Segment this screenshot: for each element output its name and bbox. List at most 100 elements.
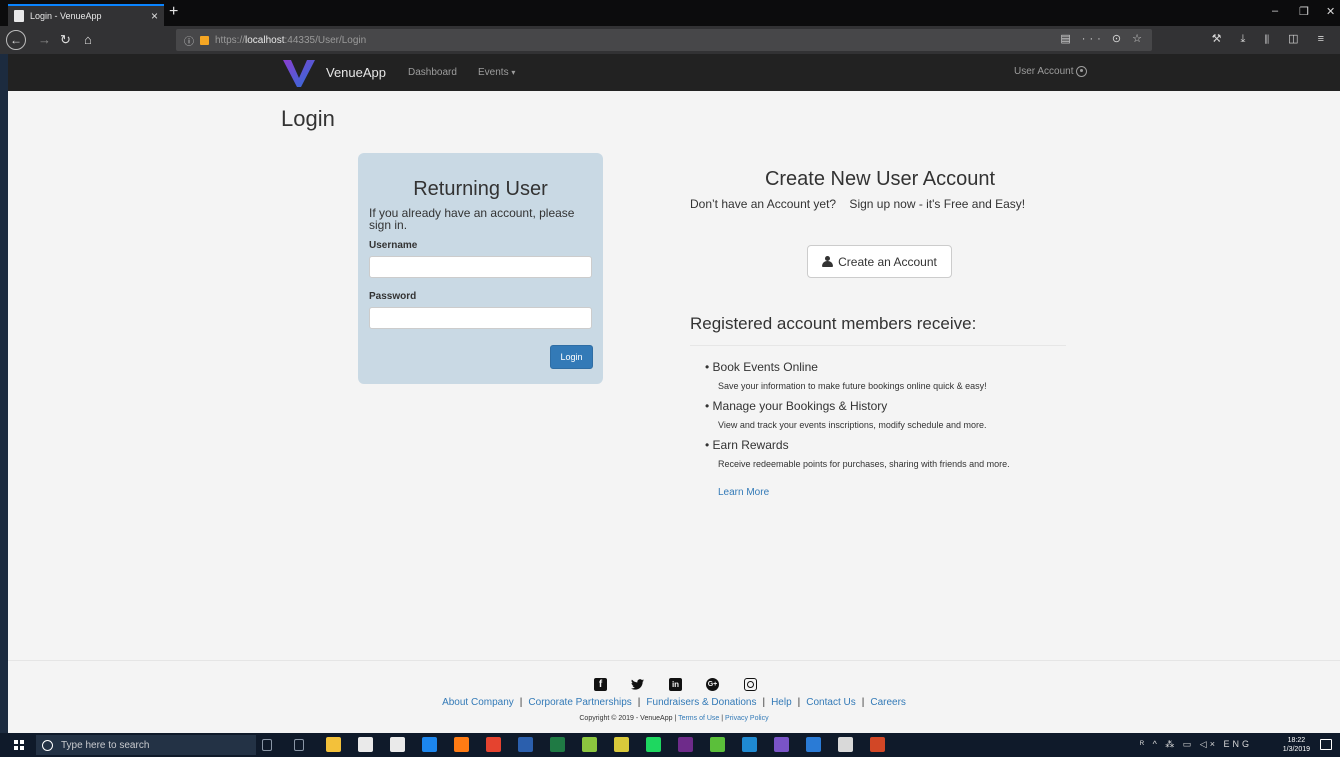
separator: | xyxy=(637,697,641,708)
file-explorer-icon[interactable] xyxy=(326,737,341,752)
user-circle-icon xyxy=(1076,66,1088,77)
windows-taskbar: Type here to search ᴿ ^ ⁂ ▭ ◁× ENG 18:22… xyxy=(0,733,1340,757)
github-desktop-icon[interactable] xyxy=(838,737,853,752)
password-input[interactable] xyxy=(369,307,592,329)
footer-link-contact[interactable]: Contact Us xyxy=(806,697,855,708)
visual-studio-icon[interactable] xyxy=(774,737,789,752)
firefox-icon[interactable] xyxy=(454,737,469,752)
login-panel: Returning User If you already have an ac… xyxy=(358,153,603,384)
terms-link[interactable]: Terms of Use xyxy=(678,715,719,722)
word-icon[interactable] xyxy=(518,737,533,752)
browser-tab-active[interactable]: Login - VenueApp × xyxy=(8,4,164,26)
excel-icon[interactable] xyxy=(550,737,565,752)
task-view-icon[interactable] xyxy=(294,739,304,751)
footer-link-fundraisers[interactable]: Fundraisers & Donations xyxy=(646,697,756,708)
notepadpp-icon[interactable] xyxy=(582,737,597,752)
app-green-icon[interactable] xyxy=(710,737,725,752)
notification-icon[interactable] xyxy=(1320,739,1332,750)
new-tab-icon[interactable]: + xyxy=(169,3,178,21)
copyright-text: Copyright © 2019 - VenueApp | xyxy=(579,715,677,722)
nav-dashboard[interactable]: Dashboard xyxy=(408,67,457,78)
window-minimize-icon[interactable]: – xyxy=(1272,5,1278,17)
clock-time: 18:22 xyxy=(1287,737,1306,744)
instagram-icon[interactable] xyxy=(744,678,757,691)
window-close-icon[interactable]: ✕ xyxy=(1326,5,1335,18)
taskbar-search[interactable]: Type here to search xyxy=(36,735,256,755)
benefit-title: • Manage your Bookings & History xyxy=(705,399,888,413)
cortana-icon xyxy=(42,739,53,751)
learn-more-link[interactable]: Learn More xyxy=(718,487,769,498)
separator: | xyxy=(762,697,766,708)
benefit-desc: Receive redeemable points for purchases,… xyxy=(718,459,1010,469)
window-restore-icon[interactable]: ❐ xyxy=(1299,5,1309,18)
mic-icon[interactable] xyxy=(262,739,272,751)
benefit-desc: View and track your events inscriptions,… xyxy=(718,420,987,430)
username-input[interactable] xyxy=(369,256,592,278)
browser-tab-bar: Login - VenueApp × + – ❐ ✕ xyxy=(0,0,1340,26)
sourcetree-icon[interactable] xyxy=(806,737,821,752)
separator: | xyxy=(797,697,801,708)
footer-link-careers[interactable]: Careers xyxy=(870,697,906,708)
slack-icon[interactable] xyxy=(678,737,693,752)
powerpoint-icon[interactable] xyxy=(870,737,885,752)
footer-link-partnerships[interactable]: Corporate Partnerships xyxy=(528,697,631,708)
browser-toolbar: ← → ↻ ⌂ ⓘ https://localhost:44335/User/L… xyxy=(0,26,1340,54)
footer-links: About Company | Corporate Partnerships | Fun… xyxy=(8,697,1340,708)
privacy-link[interactable]: Privacy Policy xyxy=(725,715,769,722)
login-intro: If you already have an account, please s… xyxy=(369,206,575,232)
url-bar[interactable]: ⓘ https://localhost:44335/User/Login ▤ ·… xyxy=(176,29,1152,51)
clock-date: 1/3/2019 xyxy=(1282,746,1310,753)
page-actions-icons[interactable]: ▤ ··· ⊙ ☆ xyxy=(1060,32,1146,45)
site-info-icon[interactable]: ⓘ xyxy=(184,33,194,48)
benefit-desc: Save your information to make future boo… xyxy=(718,381,987,391)
tab-title: Login - VenueApp xyxy=(30,11,102,21)
linkedin-icon[interactable]: in xyxy=(669,678,682,691)
brand-name[interactable]: VenueApp xyxy=(326,65,386,80)
separator: | xyxy=(519,697,523,708)
gitkraken-icon[interactable] xyxy=(614,737,629,752)
back-icon[interactable]: ← xyxy=(6,30,26,50)
tab-close-icon[interactable]: × xyxy=(151,10,158,22)
benefit-title: • Earn Rewards xyxy=(705,438,789,452)
login-heading: Returning User xyxy=(413,178,548,200)
page-title: Login xyxy=(281,106,335,131)
copyright: Copyright © 2019 - VenueApp | Terms of U… xyxy=(579,715,769,722)
windows-start-icon[interactable] xyxy=(14,740,24,750)
login-button[interactable]: Login xyxy=(550,345,593,369)
chrome-icon[interactable] xyxy=(486,737,501,752)
user-account-link[interactable]: User Account xyxy=(1014,66,1088,77)
lock-warning-icon[interactable] xyxy=(200,35,209,45)
site-navbar: VenueApp Dashboard Events ▾ User Account xyxy=(8,54,1340,91)
divider xyxy=(690,345,1066,346)
system-tray-icons[interactable]: ᴿ ^ ⁂ ▭ ◁× ENG xyxy=(1140,739,1252,750)
password-label: Password xyxy=(369,291,417,302)
home-icon[interactable]: ⌂ xyxy=(84,30,92,50)
benefit-list: • Book Events Online Save your informati… xyxy=(705,359,1065,476)
social-links: f in G+ xyxy=(594,678,774,692)
mail-icon[interactable] xyxy=(390,737,405,752)
username-label: Username xyxy=(369,240,418,251)
store-icon[interactable] xyxy=(358,737,373,752)
google-plus-icon[interactable]: G+ xyxy=(706,678,719,691)
web-page: VenueApp Dashboard Events ▾ User Account… xyxy=(8,54,1340,733)
benefit-title: • Book Events Online xyxy=(705,360,818,374)
forward-icon[interactable]: → xyxy=(38,30,51,50)
create-account-label: Create an Account xyxy=(838,254,937,269)
chevron-down-icon: ▾ xyxy=(511,68,516,77)
toolbar-icons[interactable]: ⚒ ⤓ ⫴ ◫ ≡ xyxy=(1212,32,1332,46)
edge-icon[interactable] xyxy=(422,737,437,752)
create-account-button[interactable]: Create an Account xyxy=(807,245,952,278)
venueapp-logo-icon[interactable] xyxy=(282,58,316,88)
footer-link-about[interactable]: About Company xyxy=(442,697,514,708)
facebook-icon[interactable]: f xyxy=(594,678,607,691)
vscode-icon[interactable] xyxy=(742,737,757,752)
url-text[interactable]: https://localhost:44335/User/Login xyxy=(215,35,366,46)
spotify-icon[interactable] xyxy=(646,737,661,752)
list-item: • Manage your Bookings & History View an… xyxy=(705,398,1065,431)
list-item: • Earn Rewards Receive redeemable points… xyxy=(705,437,1065,470)
reload-icon[interactable]: ↻ xyxy=(60,30,71,50)
nav-events[interactable]: Events ▾ xyxy=(478,67,515,78)
footer-link-help[interactable]: Help xyxy=(771,697,792,708)
taskbar-clock[interactable]: 18:22 1/3/2019 xyxy=(1283,736,1310,754)
twitter-icon[interactable] xyxy=(631,678,644,691)
